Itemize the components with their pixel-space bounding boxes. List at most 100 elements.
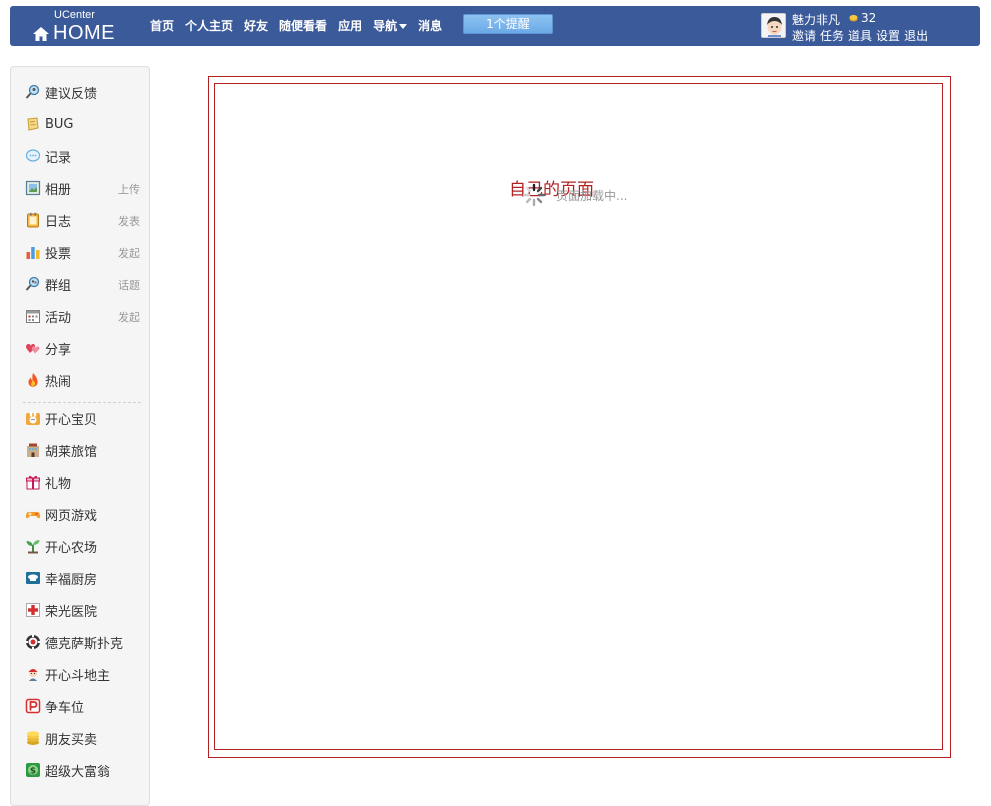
sidebar-item-label: 胡莱旅馆 xyxy=(45,444,98,460)
nav-apps[interactable]: 应用 xyxy=(338,17,362,34)
main-nav: 首页 个人主页 好友 随便看看 应用 导航 消息 xyxy=(150,17,453,34)
sidebar-item-label: 荣光医院 xyxy=(45,604,98,620)
logo-home-text: HOME xyxy=(53,22,115,44)
blog-post-link[interactable]: 发表 xyxy=(118,213,140,229)
nav-navigation-dropdown[interactable]: 导航 xyxy=(373,17,408,34)
sidebar-item-label: 建议反馈 xyxy=(45,86,98,102)
settings-link[interactable]: 设置 xyxy=(876,27,900,44)
poker-chip-icon xyxy=(26,635,40,649)
sidebar-item-label: 超级大富翁 xyxy=(45,764,111,780)
coin-balance: 32 xyxy=(849,11,876,25)
sidebar-app-texas-poker[interactable]: 德克萨斯扑克 xyxy=(25,632,140,652)
sidebar-item-label: 开心宝贝 xyxy=(45,412,98,428)
speech-bubble-icon xyxy=(25,149,41,162)
content-frame-outer: 自己的页面 页面加载中... xyxy=(208,76,951,758)
logo-ucenter-text: UCenter xyxy=(54,9,95,21)
sidebar-item-label: 群组 xyxy=(45,278,72,294)
sidebar-app-happy-farm[interactable]: 开心农场 xyxy=(25,536,140,556)
svg-text:$: $ xyxy=(30,767,36,777)
sidebar: 建议反馈 BUG 记录 相册 上传 日志 发表 投票 发起 群组 话题 活动 发… xyxy=(10,66,150,806)
invite-link[interactable]: 邀请 xyxy=(792,27,816,44)
user-links: 邀请 任务 道具 设置 退出 xyxy=(792,27,932,44)
event-create-link[interactable]: 发起 xyxy=(118,309,140,325)
nav-home[interactable]: 首页 xyxy=(150,17,174,34)
sidebar-item-bug[interactable]: BUG xyxy=(25,114,140,134)
top-header: UCenter HOME 首页 个人主页 好友 随便看看 应用 导航 消息 1个… xyxy=(10,6,980,46)
notebook-icon xyxy=(27,212,39,228)
items-link[interactable]: 道具 xyxy=(848,27,872,44)
caret-down-icon xyxy=(399,23,408,29)
kitchen-icon xyxy=(26,572,40,584)
sidebar-app-kaixin-baobei[interactable]: 开心宝贝 xyxy=(25,408,140,428)
sidebar-item-label: 分享 xyxy=(45,342,72,358)
tasks-link[interactable]: 任务 xyxy=(820,27,844,44)
sidebar-item-share[interactable]: 分享 xyxy=(25,338,140,358)
notification-button[interactable]: 1个提醒 xyxy=(463,14,553,34)
sidebar-app-landlord[interactable]: 开心斗地主 xyxy=(25,664,140,684)
cards-icon xyxy=(28,669,38,681)
group-icon xyxy=(25,276,40,291)
coin-count: 32 xyxy=(861,11,877,25)
sidebar-item-label: 投票 xyxy=(45,246,72,262)
sidebar-item-label: 幸福厨房 xyxy=(45,572,98,588)
bunny-icon xyxy=(26,411,40,425)
sidebar-app-happy-kitchen[interactable]: 幸福厨房 xyxy=(25,568,140,588)
sidebar-item-hot[interactable]: 热闹 xyxy=(25,370,140,390)
sidebar-item-feedback[interactable]: 建议反馈 xyxy=(25,82,140,102)
home-icon xyxy=(33,26,49,41)
nav-friends[interactable]: 好友 xyxy=(244,17,268,34)
sidebar-divider xyxy=(23,402,141,403)
photo-album-icon xyxy=(25,180,41,196)
album-upload-link[interactable]: 上传 xyxy=(118,181,140,197)
sidebar-item-label: 日志 xyxy=(45,214,72,230)
sprout-icon xyxy=(26,540,40,554)
loading-spinner-icon xyxy=(522,183,546,207)
parking-icon xyxy=(25,698,41,714)
scroll-icon xyxy=(27,117,39,131)
user-name[interactable]: 魅力非凡 xyxy=(792,11,840,28)
sidebar-app-gift[interactable]: 礼物 xyxy=(25,472,140,492)
sidebar-item-poll[interactable]: 投票 发起 xyxy=(25,242,140,262)
nav-navigation-label: 导航 xyxy=(373,19,398,33)
sidebar-item-label: BUG xyxy=(45,116,74,132)
coins-icon xyxy=(27,731,39,745)
bar-chart-icon xyxy=(26,247,40,259)
sidebar-item-label: 记录 xyxy=(45,150,72,166)
coin-icon xyxy=(849,15,858,22)
sidebar-app-hulai-hotel[interactable]: 胡莱旅馆 xyxy=(25,440,140,460)
sidebar-item-blog[interactable]: 日志 发表 xyxy=(25,210,140,230)
nav-browse[interactable]: 随便看看 xyxy=(279,17,327,34)
sidebar-item-label: 争车位 xyxy=(45,700,85,716)
sidebar-item-records[interactable]: 记录 xyxy=(25,146,140,166)
sidebar-item-label: 热闹 xyxy=(45,374,72,390)
nav-profile[interactable]: 个人主页 xyxy=(185,17,233,34)
hotel-icon xyxy=(27,443,39,457)
loading-text: 页面加载中... xyxy=(556,189,628,203)
sidebar-app-parking[interactable]: 争车位 xyxy=(25,696,140,716)
nav-messages[interactable]: 消息 xyxy=(418,17,442,34)
sidebar-item-label: 相册 xyxy=(45,182,72,198)
group-topic-link[interactable]: 话题 xyxy=(118,277,140,293)
sidebar-item-groups[interactable]: 群组 话题 xyxy=(25,274,140,294)
sidebar-item-label: 活动 xyxy=(45,310,72,326)
logout-link[interactable]: 退出 xyxy=(904,27,928,44)
sidebar-item-events[interactable]: 活动 发起 xyxy=(25,306,140,326)
gift-icon xyxy=(26,475,40,490)
sidebar-app-friend-trade[interactable]: 朋友买卖 xyxy=(25,728,140,748)
sidebar-app-monopoly[interactable]: $ 超级大富翁 xyxy=(25,760,140,780)
sidebar-app-web-games[interactable]: 网页游戏 xyxy=(25,504,140,524)
dollar-icon: $ xyxy=(26,763,40,777)
poll-create-link[interactable]: 发起 xyxy=(118,245,140,261)
sidebar-app-hospital[interactable]: 荣光医院 xyxy=(25,600,140,620)
hospital-cross-icon xyxy=(26,603,40,617)
sidebar-item-label: 开心农场 xyxy=(45,540,98,556)
calendar-icon xyxy=(26,310,40,323)
game-icon xyxy=(25,511,41,519)
sidebar-item-label: 德克萨斯扑克 xyxy=(45,636,124,652)
content-frame: 自己的页面 页面加载中... xyxy=(214,83,943,750)
avatar-face-icon xyxy=(762,14,785,37)
logo-home: HOME xyxy=(32,22,115,45)
sidebar-item-label: 朋友买卖 xyxy=(45,732,98,748)
avatar[interactable] xyxy=(761,13,786,38)
sidebar-item-album[interactable]: 相册 上传 xyxy=(25,178,140,198)
